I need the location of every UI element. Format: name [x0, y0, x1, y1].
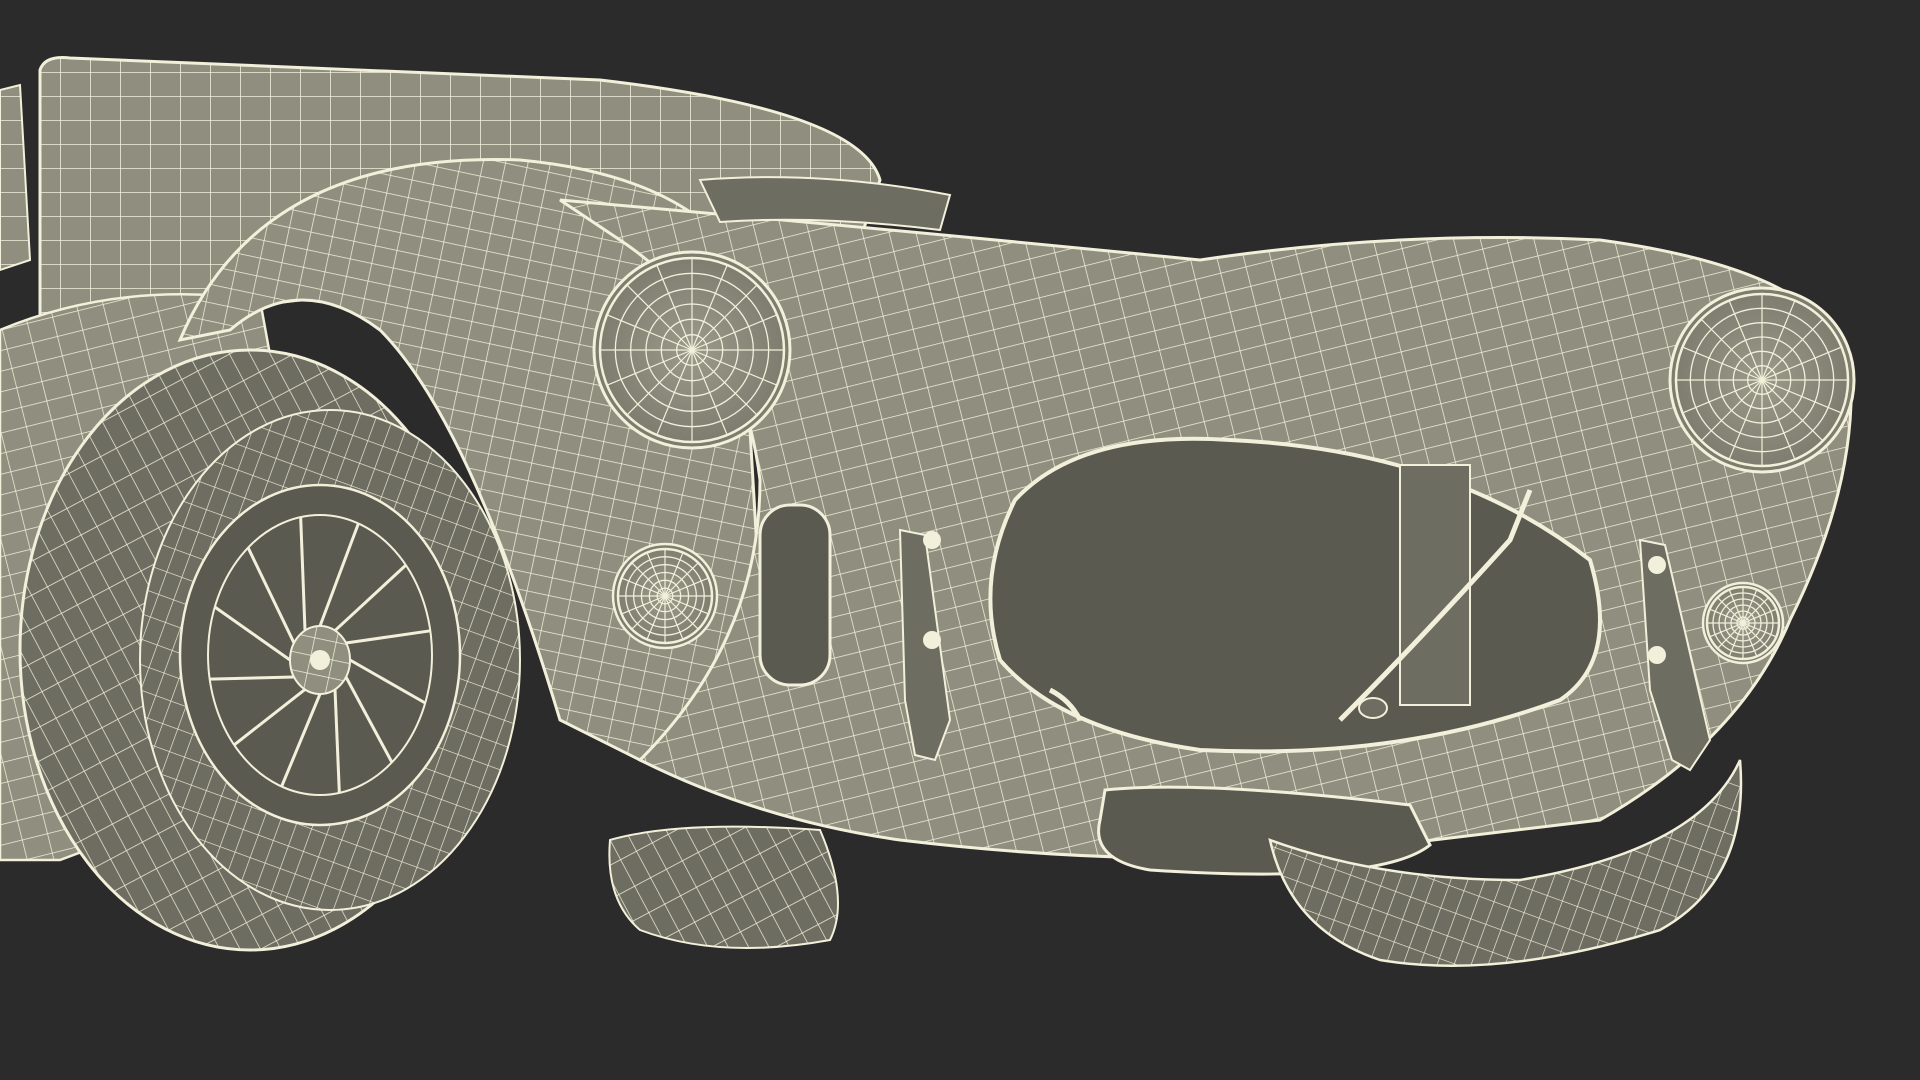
wireframe-render	[0, 0, 1920, 1080]
left-indicator-lamp	[611, 542, 719, 650]
lower-intake	[1097, 785, 1432, 876]
left-headlight	[592, 250, 792, 450]
render-viewport	[0, 0, 1920, 1080]
right-indicator-lamp	[1701, 581, 1785, 665]
side-vent-slot	[758, 503, 832, 687]
left-wire-wheel	[178, 483, 462, 827]
right-headlight	[1668, 286, 1856, 474]
rear-underside-tire	[608, 825, 839, 949]
